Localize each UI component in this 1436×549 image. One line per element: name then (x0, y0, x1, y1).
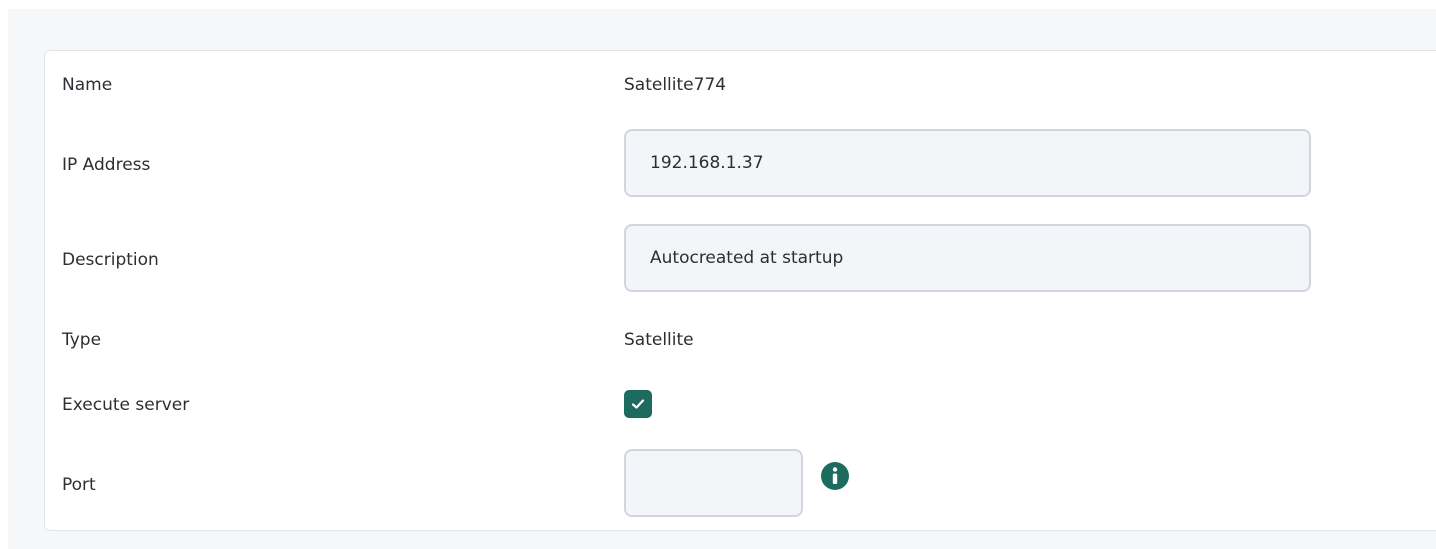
check-icon (631, 399, 645, 409)
type-label: Type (62, 330, 102, 350)
port-label: Port (62, 475, 96, 495)
description-input[interactable] (624, 224, 1311, 292)
name-label: Name (62, 75, 113, 95)
port-input[interactable] (624, 449, 803, 517)
type-value: Satellite (624, 330, 694, 350)
execute-server-label: Execute server (62, 395, 190, 415)
execute-server-checkbox[interactable] (624, 390, 652, 418)
info-icon[interactable] (820, 461, 850, 491)
name-value: Satellite774 (624, 75, 727, 95)
description-label: Description (62, 250, 159, 270)
ip-address-input[interactable] (624, 129, 1311, 197)
ip-address-label: IP Address (62, 155, 151, 175)
